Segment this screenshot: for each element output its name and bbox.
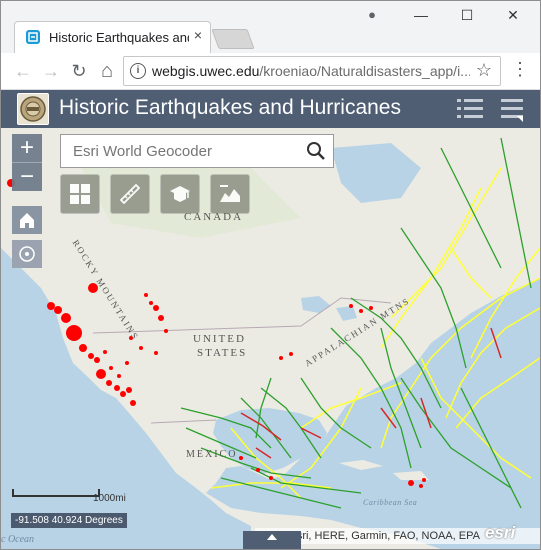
education-cap-icon bbox=[170, 186, 190, 202]
reload-button[interactable]: ↻ bbox=[67, 59, 91, 83]
zoom-control: + − bbox=[12, 134, 42, 191]
site-info-icon[interactable]: i bbox=[130, 63, 146, 79]
map-view[interactable]: + − Esri World Geocoder CANADA ROCKY MOU… bbox=[1, 128, 540, 549]
measure-ruler-icon bbox=[119, 183, 141, 205]
browser-tab[interactable]: Historic Earthquakes and × bbox=[14, 21, 211, 54]
profile-icon[interactable]: ● bbox=[357, 7, 387, 22]
app-logo bbox=[17, 93, 49, 125]
app-favicon-icon bbox=[26, 30, 40, 44]
minimize-button[interactable]: — bbox=[406, 7, 436, 23]
layer-list-icon[interactable] bbox=[457, 98, 483, 120]
maximize-button[interactable]: ☐ bbox=[452, 7, 482, 24]
zoom-out-button[interactable]: − bbox=[12, 162, 42, 191]
app-title: Historic Earthquakes and Hurricanes bbox=[59, 96, 401, 119]
search-icon bbox=[307, 142, 325, 160]
url-text: webgis.uwec.edu/kroeniao/Naturaldisaster… bbox=[152, 63, 470, 79]
label-ocean: c Ocean bbox=[1, 534, 35, 545]
browser-toolbar: ← → ↻ ⌂ i webgis.uwec.edu/kroeniao/Natur… bbox=[1, 53, 540, 90]
browser-menu-icon[interactable]: ⋮ bbox=[511, 59, 529, 80]
coordinates-readout: -91.508 40.924 Degrees bbox=[11, 513, 127, 528]
measurement-button[interactable] bbox=[110, 174, 150, 214]
home-button[interactable]: ⌂ bbox=[95, 59, 119, 83]
app-header: Historic Earthquakes and Hurricanes bbox=[1, 90, 540, 128]
bookmark-star-icon[interactable]: ☆ bbox=[476, 60, 492, 81]
basemap-gallery-icon bbox=[70, 184, 90, 204]
about-button[interactable] bbox=[160, 174, 200, 214]
esri-logo: esri bbox=[485, 523, 516, 542]
title-bar: Historic Earthquakes and × ● — ☐ ✕ bbox=[1, 1, 540, 54]
locate-button[interactable] bbox=[12, 240, 42, 268]
browser-window: Historic Earthquakes and × ● — ☐ ✕ ← → ↻… bbox=[0, 0, 541, 550]
elevation-profile-icon bbox=[220, 185, 240, 202]
locate-icon bbox=[19, 246, 35, 262]
tab-close-icon[interactable]: × bbox=[194, 27, 202, 43]
scale-bar bbox=[12, 489, 100, 497]
zoom-in-button[interactable]: + bbox=[12, 134, 42, 162]
search-button[interactable] bbox=[300, 134, 334, 168]
label-states: STATES bbox=[197, 347, 248, 359]
label-mexico: MEXICO bbox=[186, 449, 238, 460]
chevron-up-icon bbox=[267, 534, 277, 540]
collapse-panel-button[interactable] bbox=[243, 531, 301, 549]
label-canada: CANADA bbox=[184, 211, 244, 223]
scale-label: 1000mi bbox=[93, 493, 126, 504]
label-caribbean: Caribbean Sea bbox=[363, 498, 418, 507]
hamburger-menu-icon[interactable] bbox=[499, 96, 525, 122]
back-button[interactable]: ← bbox=[11, 59, 35, 83]
home-extent-button[interactable] bbox=[12, 206, 42, 234]
address-bar[interactable]: i webgis.uwec.edu/kroeniao/Naturaldisast… bbox=[123, 56, 501, 86]
elevation-profile-button[interactable] bbox=[210, 174, 250, 214]
label-united: UNITED bbox=[193, 333, 246, 345]
search-input[interactable] bbox=[61, 135, 305, 167]
forward-button[interactable]: → bbox=[39, 59, 63, 83]
basemap-gallery-button[interactable] bbox=[60, 174, 100, 214]
tab-title: Historic Earthquakes and bbox=[49, 30, 189, 45]
new-tab-button[interactable] bbox=[211, 29, 255, 49]
home-icon bbox=[20, 213, 34, 228]
search-box bbox=[60, 134, 305, 168]
close-window-button[interactable]: ✕ bbox=[498, 7, 528, 24]
